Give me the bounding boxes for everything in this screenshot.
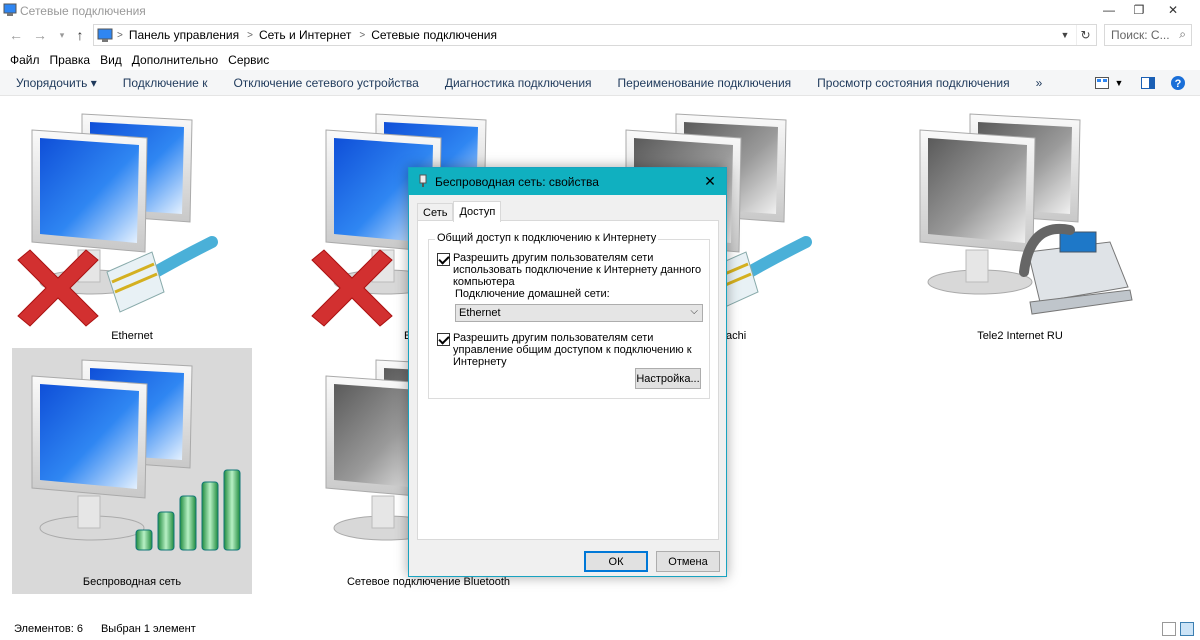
allow-sharing-row: Разрешить другим пользователям сети испо…	[437, 252, 705, 288]
forward-arrow-icon[interactable]: →	[30, 25, 50, 45]
dialog-title: Беспроводная сеть: свойства	[435, 174, 599, 189]
home-network-value: Ethernet	[459, 307, 501, 319]
chevron-down-icon: ⌵	[690, 306, 698, 317]
menu-advanced[interactable]: Дополнительно	[132, 53, 218, 67]
item-label: Ethernet	[111, 330, 153, 342]
chevron-right-icon: >	[359, 29, 366, 41]
allow-sharing-label: Разрешить другим пользователям сети испо…	[453, 252, 702, 288]
recent-locations-icon[interactable]: ▾	[52, 25, 72, 45]
breadcrumb-network-internet[interactable]: Сеть и Интернет	[259, 28, 351, 42]
item-label: Беспроводная сеть	[82, 576, 182, 588]
breadcrumb-control-panel[interactable]: Панель управления	[129, 28, 239, 42]
window-title: Сетевые подключения	[20, 4, 146, 18]
svg-text:?: ?	[1175, 78, 1182, 90]
rename-button[interactable]: Переименование подключения	[618, 76, 792, 90]
menu-file[interactable]: Файл	[10, 53, 40, 67]
menu-bar: Файл Правка Вид Дополнительно Сервис	[0, 50, 1200, 70]
search-icon: ⌕	[1179, 27, 1186, 41]
disable-device-button[interactable]: Отключение сетевого устройства	[233, 76, 418, 90]
properties-dialog: Беспроводная сеть: свойства ✕ Сеть Досту…	[408, 167, 727, 577]
chevron-right-icon: >	[117, 29, 123, 41]
item-label: Сетевое подключение Bluetooth	[346, 576, 511, 588]
allow-sharing-checkbox[interactable]	[437, 253, 450, 266]
menu-tools[interactable]: Сервис	[228, 53, 269, 67]
chevron-right-icon: >	[247, 29, 253, 41]
diagnose-button[interactable]: Диагностика подключения	[445, 76, 592, 90]
allow-control-checkbox[interactable]	[437, 333, 450, 346]
view-status-button[interactable]: Просмотр состояния подключения	[817, 76, 1009, 90]
ok-button[interactable]: ОК	[584, 551, 648, 572]
explorer-window: Сетевые подключения — ❐ ✕ ← → ▾ ↑ > Пане…	[0, 0, 1200, 640]
up-arrow-icon[interactable]: ↑	[70, 25, 90, 45]
status-bar: Элементов: 6 Выбран 1 элемент	[0, 618, 1200, 640]
help-icon[interactable]: ?	[1170, 73, 1186, 93]
address-bar[interactable]: > Панель управления > Сеть и Интернет > …	[93, 24, 1097, 46]
connection-item-tele2[interactable]: Tele2 Internet RU	[900, 102, 1140, 348]
menu-edit[interactable]: Правка	[50, 53, 91, 67]
ics-group: Общий доступ к подключению к Интернету Р…	[428, 232, 710, 399]
tab-sharing[interactable]: Доступ	[453, 201, 502, 222]
menu-view[interactable]: Вид	[100, 53, 122, 67]
signal-bars-icon	[135, 469, 241, 551]
chevron-down-icon[interactable]: ▼	[1056, 25, 1074, 45]
selection-count: Выбран 1 элемент	[100, 623, 196, 635]
connection-item-ethernet[interactable]: Ethernet	[12, 102, 252, 348]
sharing-panel: Общий доступ к подключению к Интернету Р…	[417, 220, 719, 540]
back-arrow-icon[interactable]: ←	[6, 25, 26, 45]
address-row: ← → ▾ ↑ > Панель управления > Сеть и Инт…	[0, 22, 1200, 48]
control-panel-icon	[97, 28, 113, 42]
cancel-button[interactable]: Отмена	[656, 551, 720, 572]
item-count: Элементов: 6	[14, 623, 83, 635]
allow-control-row: Разрешить другим пользователям сети упра…	[437, 332, 705, 368]
breadcrumb-network-connections[interactable]: Сетевые подключения	[371, 28, 497, 42]
more-commands-button[interactable]: »	[1036, 76, 1043, 90]
dialog-title-bar: Беспроводная сеть: свойства ✕	[409, 168, 726, 195]
network-adapter-small-icon	[419, 174, 427, 187]
dialup-modem-icon	[919, 113, 1133, 315]
telephone-icon	[1019, 223, 1133, 315]
view-switcher	[1162, 622, 1194, 636]
refresh-icon[interactable]: ↻	[1076, 25, 1094, 45]
network-connections-icon	[3, 3, 17, 16]
wireless-adapter-icon	[31, 359, 241, 551]
home-network-label: Подключение домашней сети:	[455, 288, 610, 300]
change-view-icon[interactable]	[1094, 73, 1110, 93]
tab-network[interactable]: Сеть	[417, 203, 454, 221]
large-icons-view-icon[interactable]	[1180, 622, 1194, 636]
item-label: achi	[726, 330, 747, 342]
dialog-tabs: Сеть Доступ	[417, 201, 502, 222]
organize-button[interactable]: Упорядочить ▾	[16, 76, 97, 90]
group-title: Общий доступ к подключению к Интернету	[435, 232, 659, 244]
dialog-close-icon[interactable]: ✕	[700, 172, 720, 190]
search-placeholder: Поиск: С...	[1111, 28, 1170, 42]
preview-pane-icon[interactable]	[1140, 73, 1156, 93]
connection-item-wireless[interactable]: Беспроводная сеть	[12, 348, 252, 594]
title-bar: Сетевые подключения — ❐ ✕	[0, 0, 1200, 20]
view-options-chevron-icon[interactable]: ▼	[1112, 73, 1126, 93]
connect-to-button[interactable]: Подключение к	[123, 76, 208, 90]
ethernet-adapter-icon	[17, 113, 252, 327]
search-input[interactable]: Поиск: С... ⌕	[1104, 24, 1192, 46]
allow-control-label: Разрешить другим пользователям сети упра…	[453, 332, 692, 368]
close-button[interactable]: ✕	[1150, 0, 1196, 20]
details-view-icon[interactable]	[1162, 622, 1176, 636]
settings-button[interactable]: Настройка...	[635, 368, 701, 389]
command-bar: Упорядочить ▾ Подключение к Отключение с…	[0, 70, 1200, 96]
item-label: Tele2 Internet RU	[977, 330, 1063, 342]
home-network-select[interactable]: Ethernet ⌵	[455, 304, 703, 322]
